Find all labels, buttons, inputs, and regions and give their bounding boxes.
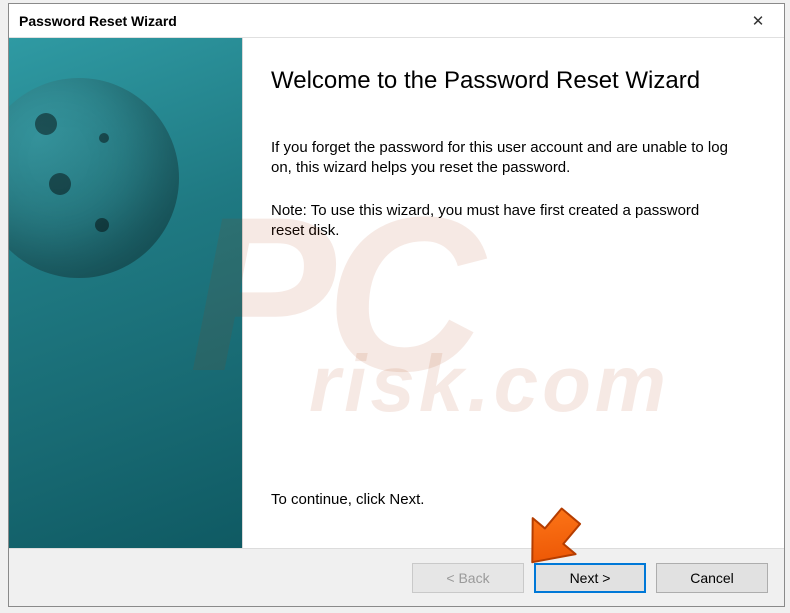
continue-hint: To continue, click Next.: [271, 491, 750, 508]
wizard-sidebar-image: [9, 38, 243, 548]
close-button[interactable]: ✕: [734, 5, 782, 37]
main-panel: Welcome to the Password Reset Wizard If …: [243, 38, 784, 548]
intro-paragraph: If you forget the password for this user…: [271, 138, 731, 179]
wizard-window: Password Reset Wizard ✕ Welcome to the P…: [8, 3, 785, 607]
note-paragraph: Note: To use this wizard, you must have …: [271, 201, 731, 242]
cancel-button[interactable]: Cancel: [656, 563, 768, 593]
content-area: Welcome to the Password Reset Wizard If …: [9, 38, 784, 548]
next-button[interactable]: Next >: [534, 563, 646, 593]
page-heading: Welcome to the Password Reset Wizard: [271, 66, 750, 96]
window-title: Password Reset Wizard: [19, 13, 177, 29]
titlebar: Password Reset Wizard ✕: [9, 4, 784, 38]
wizard-footer: < Back Next > Cancel: [9, 548, 784, 606]
close-icon: ✕: [752, 12, 765, 30]
back-button: < Back: [412, 563, 524, 593]
